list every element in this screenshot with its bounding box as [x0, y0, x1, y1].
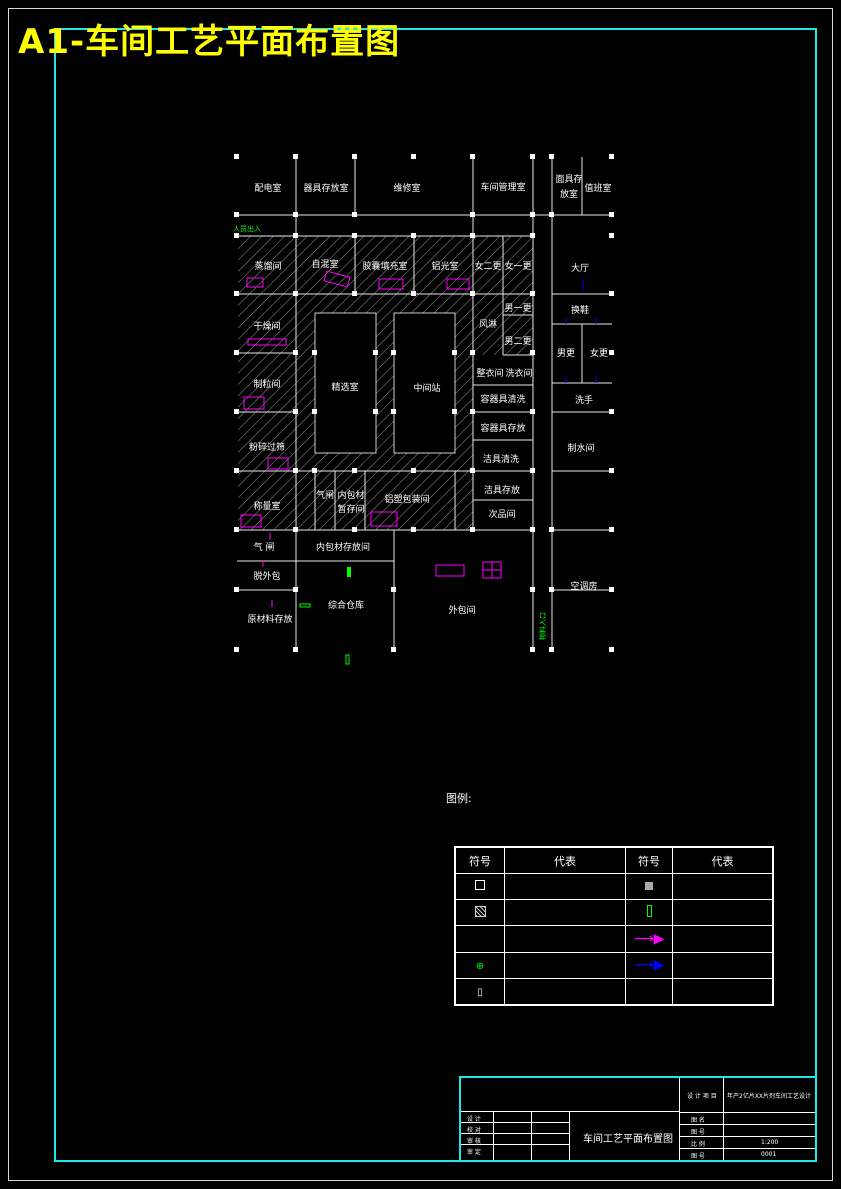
tb-label: 图 名	[691, 1117, 705, 1124]
room-label: 胶囊填充室	[362, 260, 407, 272]
room-label: 值班室	[584, 182, 611, 194]
legend-header: 代表	[672, 846, 774, 875]
room-label: 空调房	[570, 580, 597, 592]
green-cross-icon: ⊕	[454, 951, 505, 979]
project-name: 年产2亿片XX片剂车间工艺设计	[727, 1093, 812, 1100]
room-label: 女更	[590, 347, 608, 359]
legend-header: 代表	[504, 846, 626, 875]
room-label: 制粒间	[253, 378, 280, 390]
room-label: 内包材	[337, 489, 364, 501]
room-label: 次品间	[488, 508, 515, 520]
room-label: 洗手	[575, 394, 593, 406]
room-label: 脱外包	[253, 570, 280, 582]
tb-label: 设 计	[467, 1116, 481, 1123]
room-label: 女一更	[504, 260, 531, 272]
room-label: 男一更	[504, 303, 531, 314]
legend-row	[454, 873, 774, 901]
room-label: 洗衣间	[505, 367, 532, 379]
room-label: 干燥间	[253, 320, 280, 332]
tb-label: 校 对	[467, 1127, 481, 1134]
scale-value: 1:200	[761, 1139, 779, 1146]
room-label: 放室	[560, 188, 578, 200]
room-label: 暂存间	[337, 503, 364, 515]
legend-table: 符号 代表 符号 代表 ⟶▶ ⊕ ⟶▶ ▯	[454, 846, 774, 1006]
title-block: 设 计 校 对 审 核 审 定 车间工艺平面布置图 设 计 项 目 年产2亿片X…	[459, 1076, 817, 1162]
tb-label: 审 核	[467, 1138, 481, 1145]
column-symbol-icon	[454, 873, 505, 901]
door-icon: ▯	[454, 977, 505, 1006]
tb-label: 审 定	[467, 1149, 481, 1156]
room-label: 车间管理室	[480, 181, 525, 193]
legend-header: 符号	[454, 846, 505, 875]
hatch-area-icon	[454, 899, 505, 927]
room-label: 内包材存放间	[316, 541, 370, 553]
blue-arrow-icon: ⟶▶	[625, 951, 673, 979]
room-label: 称量室	[253, 500, 280, 512]
legend-row: ⊕ ⟶▶	[454, 951, 774, 979]
room-label: 铝光室	[431, 260, 458, 272]
room-label: 换鞋	[571, 304, 589, 316]
drawing-name: 车间工艺平面布置图	[583, 1134, 673, 1145]
tb-label: 图 号	[691, 1153, 705, 1160]
personnel-entrance-label: 人员出入	[233, 224, 261, 233]
legend-row: ⟶▶	[454, 925, 774, 953]
room-label: 男二更	[504, 336, 531, 347]
room-label: 铝塑包装间	[384, 493, 429, 505]
room-label: 制水间	[567, 442, 594, 454]
room-label: 配电室	[254, 182, 281, 194]
room-label: 容器具存放	[480, 422, 525, 434]
tb-label: 图 号	[691, 1129, 705, 1136]
room-label: 洁具存放	[484, 484, 520, 496]
room-label: 原材料存放	[247, 613, 292, 625]
drawing-number: 0001	[761, 1151, 777, 1158]
room-label: 器具存放室	[303, 182, 348, 194]
room-label: 自混室	[311, 258, 338, 270]
magenta-arrow-icon: ⟶▶	[625, 925, 673, 953]
material-entrance-label: 物料入口	[538, 612, 547, 640]
room-label: 洁具清洗	[483, 453, 519, 465]
room-label: 中间站	[413, 382, 440, 394]
room-label: 容器具清洗	[480, 393, 525, 405]
room-label: 维修室	[393, 182, 420, 194]
legend-header: 符号	[625, 846, 673, 875]
room-label: 精选室	[331, 381, 358, 393]
room-label: 气 闸	[254, 541, 275, 553]
legend-row	[454, 899, 774, 927]
room-label: 蒸馏间	[254, 260, 281, 272]
room-label: 面具存	[555, 173, 582, 185]
room-label: 大厅	[571, 262, 589, 274]
room-label: 女二更	[474, 260, 501, 272]
legend-header-row: 符号 代表 符号 代表	[454, 846, 774, 875]
room-label: 气闸	[316, 489, 334, 501]
room-label: 整衣间	[476, 367, 503, 379]
filled-column-icon	[625, 873, 673, 901]
tb-label: 设 计 项 目	[687, 1093, 717, 1100]
room-label: 综合仓库	[328, 599, 364, 611]
legend-label: 图例:	[446, 792, 472, 805]
room-label: 男更	[557, 348, 575, 359]
room-label: 外包间	[448, 604, 475, 616]
legend-row: ▯	[454, 977, 774, 1006]
floor-plan: 人员出入 物料入口 配电室 器具存放室 维修室 车间管理室 面具存 放室 值班室…	[233, 154, 614, 665]
green-arrow-icon	[625, 899, 673, 927]
room-label: 风淋	[479, 318, 497, 330]
tb-label: 比 例	[691, 1141, 705, 1148]
room-label: 粉碎过筛	[249, 441, 285, 453]
